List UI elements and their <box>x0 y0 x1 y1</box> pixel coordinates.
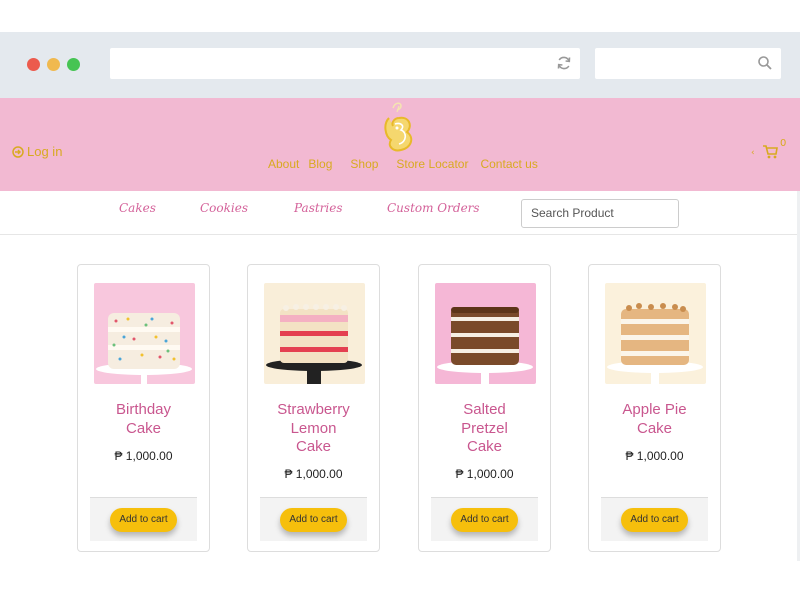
category-pastries[interactable]: Pastries <box>294 201 343 215</box>
search-icon[interactable] <box>757 55 773 71</box>
card-footer: Add to cart <box>90 497 197 541</box>
search-product-input[interactable]: Search Product <box>521 199 679 228</box>
add-to-cart-button[interactable]: Add to cart <box>280 508 347 532</box>
product-name[interactable]: Strawberry Lemon Cake <box>248 401 379 457</box>
nav-about[interactable]: About <box>268 157 299 171</box>
product-name[interactable]: Salted Pretzel Cake <box>419 401 550 457</box>
product-card[interactable]: Birthday Cake ₱ 1,000.00 Add to cart <box>77 264 210 552</box>
product-card[interactable]: Salted Pretzel Cake ₱ 1,000.00 Add to ca… <box>418 264 551 552</box>
minimize-window-button[interactable] <box>47 58 60 71</box>
login-icon <box>12 145 24 158</box>
category-cakes[interactable]: Cakes <box>119 201 156 215</box>
add-to-cart-button[interactable]: Add to cart <box>621 508 688 532</box>
nav-contact-us[interactable]: Contact us <box>480 157 537 171</box>
browser-search-bar[interactable] <box>595 48 781 79</box>
category-cookies[interactable]: Cookies <box>200 201 248 215</box>
product-name[interactable]: Birthday Cake <box>78 401 209 438</box>
product-image[interactable] <box>264 283 365 384</box>
product-price: ₱ 1,000.00 <box>114 449 173 463</box>
card-footer: Add to cart <box>260 497 367 541</box>
address-bar[interactable] <box>110 48 580 79</box>
maximize-window-button[interactable] <box>67 58 80 71</box>
cart-arrow-icon: ‹ <box>751 148 755 158</box>
reload-icon[interactable] <box>556 55 572 71</box>
main-nav: About Blog Shop Store Locator Contact us <box>268 157 538 171</box>
product-price: ₱ 1,000.00 <box>625 449 684 463</box>
add-to-cart-button[interactable]: Add to cart <box>110 508 177 532</box>
nav-store-locator[interactable]: Store Locator <box>396 157 468 171</box>
product-card[interactable]: Strawberry Lemon Cake ₱ 1,000.00 Add to … <box>247 264 380 552</box>
product-card[interactable]: Apple Pie Cake ₱ 1,000.00 Add to cart <box>588 264 721 552</box>
product-image[interactable] <box>605 283 706 384</box>
brand-logo[interactable] <box>379 100 419 156</box>
login-link[interactable]: Log in <box>12 144 62 159</box>
product-price: ₱ 1,000.00 <box>455 467 514 481</box>
product-image[interactable] <box>94 283 195 384</box>
close-window-button[interactable] <box>27 58 40 71</box>
product-name[interactable]: Apple Pie Cake <box>589 401 720 438</box>
login-label: Log in <box>27 144 63 159</box>
nav-blog[interactable]: Blog <box>308 157 332 171</box>
card-footer: Add to cart <box>431 497 538 541</box>
product-price: ₱ 1,000.00 <box>284 467 343 481</box>
nav-shop[interactable]: Shop <box>350 157 378 171</box>
card-footer: Add to cart <box>601 497 708 541</box>
cart-count-badge: 0 <box>780 138 787 149</box>
product-image[interactable] <box>435 283 536 384</box>
category-custom-orders[interactable]: Custom Orders <box>387 201 480 215</box>
cart-icon[interactable] <box>762 145 778 159</box>
add-to-cart-button[interactable]: Add to cart <box>451 508 518 532</box>
